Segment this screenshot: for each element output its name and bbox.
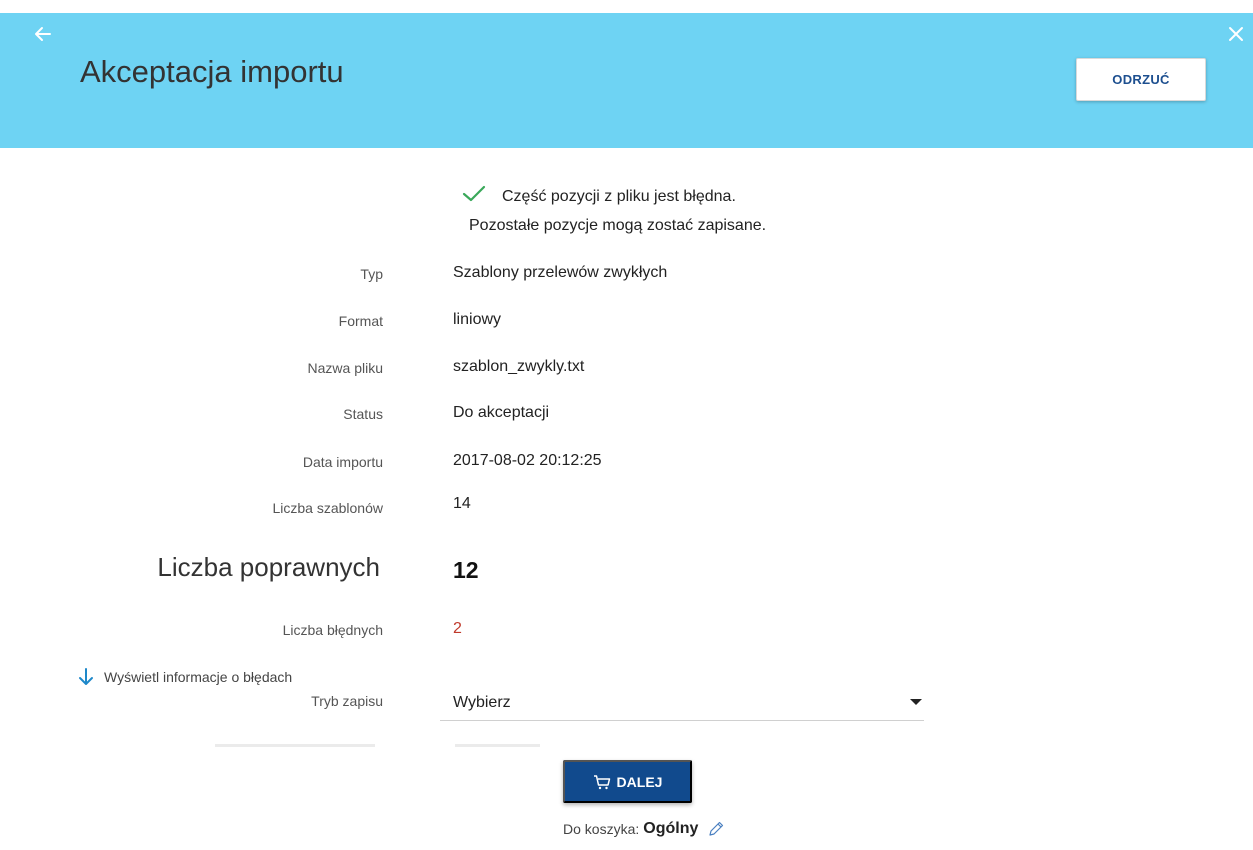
correct-count-value: 12 — [453, 557, 479, 583]
arrow-down-icon — [79, 668, 93, 685]
save-mode-select[interactable]: Wybierz — [440, 685, 924, 721]
type-value: Szablony przelewów zwykłych — [453, 264, 668, 281]
templates-count-value: 14 — [453, 495, 471, 512]
type-label: Typ — [360, 266, 383, 282]
errors-count-label: Liczba błędnych — [282, 622, 383, 638]
templates-count-label: Liczba szablonów — [272, 500, 383, 516]
top-strip — [0, 0, 1253, 13]
show-errors-label: Wyświetl informacje o błędach — [104, 669, 293, 685]
save-mode-value: Wybierz — [453, 694, 511, 711]
check-icon — [462, 185, 486, 202]
reject-button[interactable]: ODRZUĆ — [1076, 58, 1206, 101]
page-header: Akceptacja importu ODRZUĆ — [0, 0, 1253, 148]
format-value: liniowy — [453, 311, 502, 328]
format-label: Format — [338, 313, 383, 329]
errors-count-value: 2 — [453, 620, 462, 637]
show-errors-link[interactable]: Wyświetl informacje o błędach — [78, 668, 292, 686]
correct-count-label: Liczba poprawnych — [157, 552, 380, 582]
basket-info: Do koszyka: Ogólny — [563, 820, 725, 838]
import-date-label: Data importu — [302, 454, 383, 470]
save-mode-label: Tryb zapisu — [311, 693, 383, 709]
pencil-icon[interactable] — [707, 820, 725, 838]
notice-line-1: Część pozycji z pliku jest błędna. — [502, 188, 736, 205]
next-button[interactable]: DALEJ — [563, 760, 692, 803]
faded-row-label — [215, 744, 375, 747]
status-label: Status — [343, 406, 383, 422]
next-button-label: DALEJ — [616, 773, 663, 790]
basket-value: Ogólny — [643, 820, 699, 837]
caret-down-icon — [910, 699, 922, 705]
import-date-value: 2017-08-02 20:12:25 — [453, 452, 602, 469]
notice-line-2: Pozostałe pozycje mogą zostać zapisane. — [469, 217, 767, 234]
close-icon[interactable] — [1226, 24, 1246, 44]
file-name-value: szablon_zwykly.txt — [453, 358, 585, 375]
faded-row-value — [455, 744, 540, 747]
status-value: Do akceptacji — [453, 404, 550, 421]
page-title: Akceptacja importu — [80, 54, 344, 89]
cart-icon — [593, 774, 610, 789]
file-name-label: Nazwa pliku — [307, 360, 383, 376]
basket-label: Do koszyka: — [563, 821, 640, 837]
arrow-left-icon[interactable] — [33, 24, 53, 44]
